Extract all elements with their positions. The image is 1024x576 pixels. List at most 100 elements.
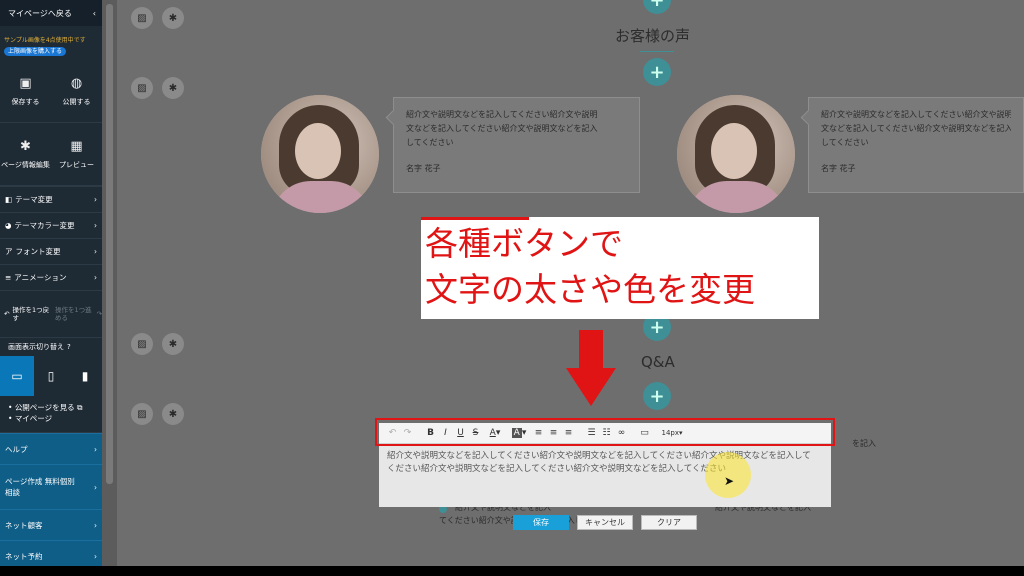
cancel-button[interactable]: キャンセル xyxy=(577,515,633,530)
undo-icon: ↶ xyxy=(4,310,10,318)
image-icon[interactable]: ▨ xyxy=(131,7,153,29)
add-section-button[interactable]: + xyxy=(643,382,671,410)
editor-line: 紹介文や説明文などを記入してください紹介文や説明文などを記入してください紹介文や… xyxy=(387,451,811,461)
editor-content[interactable]: 紹介文や説明文などを記入してください紹介文や説明文などを記入してください紹介文や… xyxy=(379,444,831,482)
scrollbar-thumb[interactable] xyxy=(106,4,113,484)
gear-icon[interactable]: ✱ xyxy=(162,7,184,29)
testimonial-line: 紹介文や説明文などを記入してください紹介文や説明 xyxy=(821,110,1011,119)
back-to-mypage[interactable]: マイページへ戻る ‹ xyxy=(0,0,102,26)
font-icon: ア xyxy=(5,247,13,256)
undo-button[interactable]: ↶ 操作を1つ戻す xyxy=(0,291,51,337)
undo-redo: ↶ 操作を1つ戻す 操作を1つ進める ↷ xyxy=(0,290,102,337)
testimonial-name: 名字 花子 xyxy=(821,164,856,173)
image-icon[interactable]: ▨ xyxy=(131,333,153,355)
image-icon[interactable]: ▨ xyxy=(131,403,153,425)
display-switch-label: 画面表示切り替え xyxy=(8,343,64,351)
tablet-icon[interactable]: ▯ xyxy=(34,356,68,396)
sidebar-item-net-customer[interactable]: ネット顧客 › xyxy=(0,509,102,540)
gear-icon[interactable]: ✱ xyxy=(162,403,184,425)
sidebar-item-font[interactable]: アフォント変更 › xyxy=(0,238,102,264)
sidebar-item-consult[interactable]: ページ作成 無料個別相談 › xyxy=(0,464,102,509)
sidebar-item-theme-color[interactable]: ◕ テーマカラー変更 › xyxy=(0,212,102,238)
testimonial-line: 文などを記入してください紹介文や説明文などを記入 xyxy=(821,124,1011,133)
sidebar: マイページへ戻る ‹ サンプル画像を4点使用中です 上限画像を購入する ▣ 保存… xyxy=(0,0,102,566)
clear-button[interactable]: クリア xyxy=(641,515,697,530)
gear-icon[interactable]: ✱ xyxy=(162,77,184,99)
preview-icon: ▦ xyxy=(70,138,83,154)
sidebar-item-label: フォント変更 xyxy=(15,247,61,256)
sidebar-item-label: アニメーション xyxy=(14,273,67,282)
link-label: マイページ xyxy=(14,414,53,423)
testimonial-line: してください xyxy=(821,138,869,147)
sidebar-item-label: テーマ変更 xyxy=(15,195,53,204)
sidebar-item-label: ヘルプ xyxy=(5,444,28,454)
animation-icon: ≡ xyxy=(5,273,12,282)
redo-button[interactable]: 操作を1つ進める ↷ xyxy=(51,291,102,337)
theme-icon: ◧ xyxy=(5,195,13,204)
redo-label: 操作を1つ進める xyxy=(55,306,92,322)
testimonial-line: 紹介文や説明文などを記入してください紹介文や説明 xyxy=(406,110,598,119)
sidebar-action-grid: ▣ 保存する ◍ 公開する ✱ ページ情報編集 ▦ プレビュー xyxy=(0,60,102,186)
section-title: Q&A xyxy=(641,353,675,371)
sample-image-notice: サンプル画像を4点使用中です 上限画像を購入する xyxy=(0,26,102,60)
sidebar-item-theme[interactable]: ◧ テーマ変更 › xyxy=(0,186,102,212)
background-text: を記入 xyxy=(852,439,876,448)
image-icon[interactable]: ▨ xyxy=(131,77,153,99)
sidebar-item-help[interactable]: ヘルプ › xyxy=(0,433,102,464)
chevron-right-icon: › xyxy=(94,482,97,492)
link-label: 公開ページを見る xyxy=(14,403,75,412)
page-info-label: ページ情報編集 xyxy=(1,160,50,169)
section-title: お客様の声 xyxy=(615,27,691,45)
mypage-link[interactable]: • マイページ xyxy=(8,413,102,424)
testimonial-bubble[interactable]: 紹介文や説明文などを記入してください紹介文や説明 文などを記入してください紹介文… xyxy=(393,97,640,193)
chevron-right-icon: › xyxy=(94,247,97,256)
desktop-icon[interactable]: ▭ xyxy=(0,356,34,396)
save-button[interactable]: 保存 xyxy=(513,515,569,530)
publish-icon: ◍ xyxy=(70,75,83,91)
display-switch-header: 画面表示切り替え ? xyxy=(0,337,102,356)
view-public-page-link[interactable]: • 公開ページを見る ⧉ xyxy=(8,402,102,413)
palette-icon: ◕ xyxy=(5,221,12,230)
sidebar-item-label: ネット顧客 xyxy=(5,520,43,530)
page-info-button[interactable]: ✱ ページ情報編集 xyxy=(0,123,51,186)
testimonial-bubble[interactable]: 紹介文や説明文などを記入してください紹介文や説明 文などを記入してください紹介文… xyxy=(808,97,1024,193)
help-icon[interactable]: ? xyxy=(67,343,71,351)
gear-icon: ✱ xyxy=(20,138,31,154)
gear-icon[interactable]: ✱ xyxy=(162,333,184,355)
mobile-icon[interactable]: ▮ xyxy=(68,356,102,396)
caption-line-2: 文字の太さや色を変更 xyxy=(425,270,755,309)
mouse-cursor-icon: ➤ xyxy=(724,474,735,488)
chevron-right-icon: › xyxy=(94,221,97,230)
chevron-right-icon: › xyxy=(94,273,97,282)
preview-button[interactable]: ▦ プレビュー xyxy=(51,123,102,186)
sidebar-item-animation[interactable]: ≡ アニメーション › xyxy=(0,264,102,290)
app-window: マイページへ戻る ‹ サンプル画像を4点使用中です 上限画像を購入する ▣ 保存… xyxy=(0,0,1024,566)
editor-line: ください紹介文や説明文などを記入してください紹介文や説明文などを記入してください xyxy=(387,464,726,474)
save-button[interactable]: ▣ 保存する xyxy=(0,60,51,123)
caption-marker xyxy=(421,217,529,220)
back-label: マイページへ戻る xyxy=(8,8,72,18)
publish-button[interactable]: ◍ 公開する xyxy=(51,60,102,123)
testimonial-line: してください xyxy=(406,138,454,147)
buy-image-chip[interactable]: 上限画像を購入する xyxy=(4,47,67,56)
preview-label: プレビュー xyxy=(59,160,94,169)
add-section-button[interactable]: + xyxy=(643,58,671,86)
sidebar-item-label: ネット予約 xyxy=(5,551,43,561)
testimonial-line: 文などを記入してください紹介文や説明文などを記入 xyxy=(406,124,598,133)
add-section-button[interactable]: + xyxy=(643,0,671,14)
arrow-head xyxy=(566,368,616,406)
toolbar-highlight-box xyxy=(375,418,835,446)
caption-line-1: 各種ボタンで xyxy=(425,224,623,263)
save-label: 保存する xyxy=(11,97,40,106)
avatar xyxy=(677,95,795,213)
notice-text: サンプル画像を4点使用中です xyxy=(4,37,86,44)
sidebar-item-label: ページ作成 無料個別相談 xyxy=(5,477,75,497)
chevron-left-icon: ‹ xyxy=(92,8,96,18)
undo-label: 操作を1つ戻す xyxy=(12,306,50,322)
external-link-icon: ⧉ xyxy=(77,403,83,412)
section-divider xyxy=(640,51,674,52)
sidebar-item-net-reserve[interactable]: ネット予約 › xyxy=(0,540,102,566)
sidebar-scrollbar[interactable] xyxy=(102,0,117,566)
save-icon: ▣ xyxy=(19,75,32,91)
sidebar-blue-menu: ヘルプ › ページ作成 無料個別相談 › ネット顧客 › ネット予約 › xyxy=(0,433,102,566)
